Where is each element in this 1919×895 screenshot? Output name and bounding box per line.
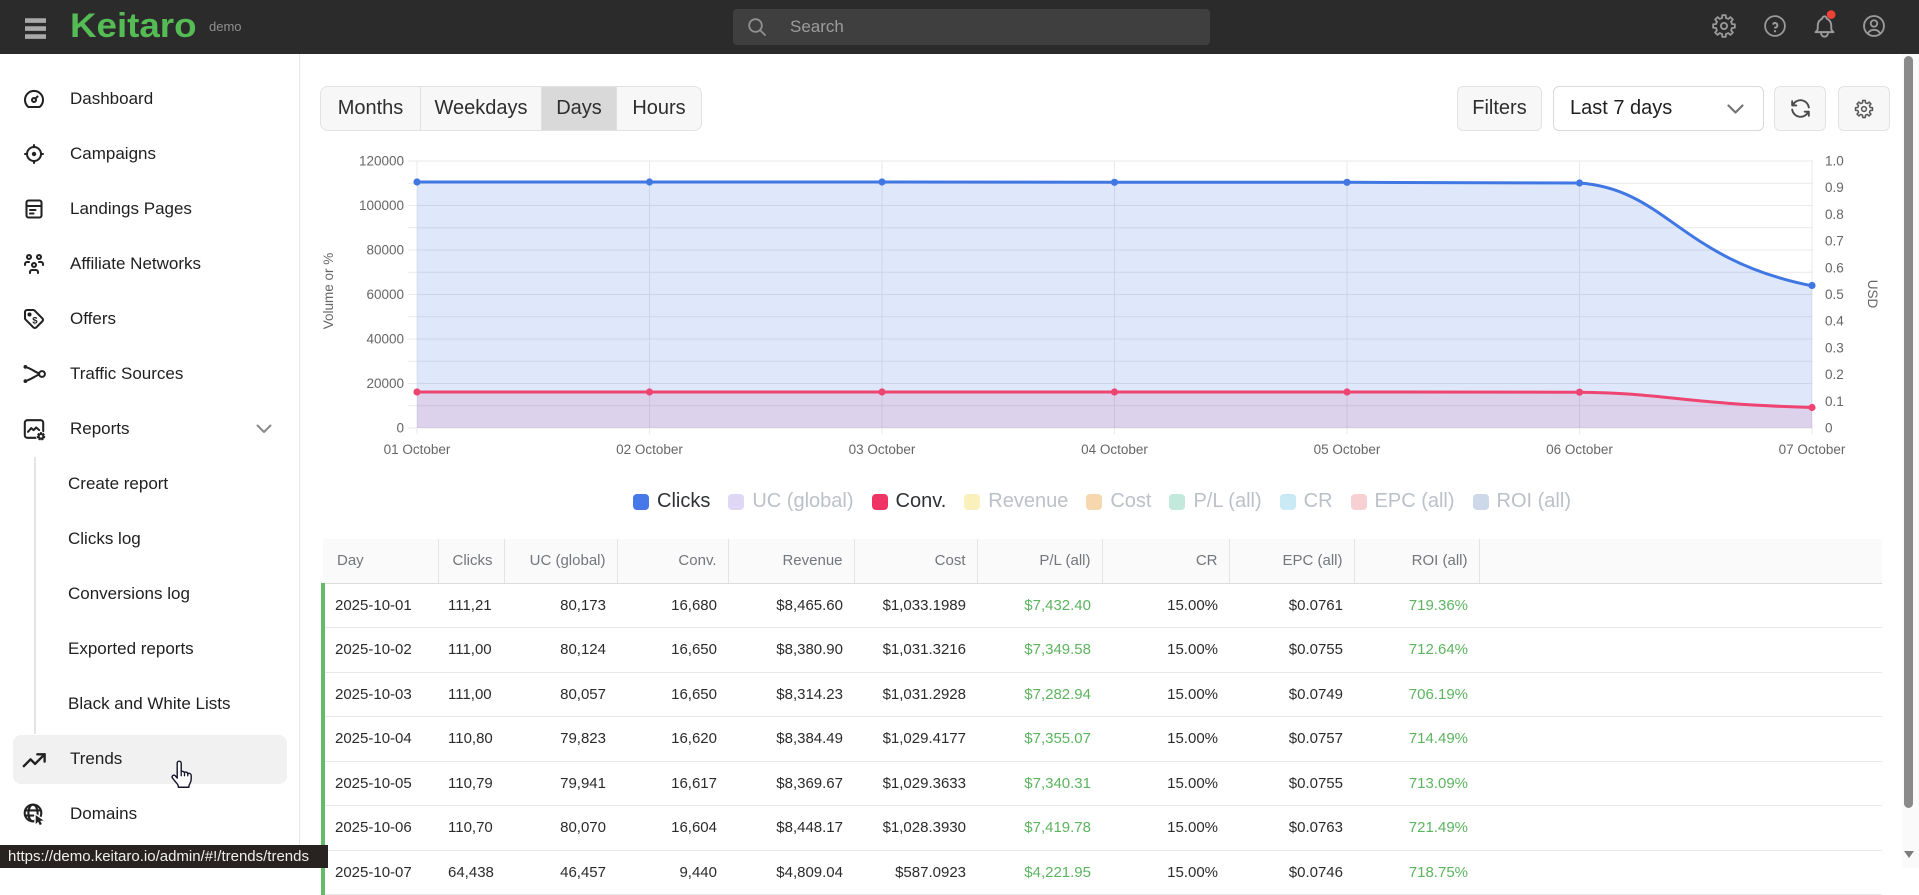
svg-text:01 October: 01 October — [384, 442, 451, 457]
svg-text:0: 0 — [1825, 421, 1833, 436]
svg-text:0.9: 0.9 — [1825, 180, 1844, 195]
svg-text:0.6: 0.6 — [1825, 260, 1844, 275]
svg-text:0.1: 0.1 — [1825, 394, 1844, 409]
svg-text:100000: 100000 — [359, 198, 404, 213]
svg-text:04 October: 04 October — [1081, 442, 1148, 457]
svg-text:1.0: 1.0 — [1825, 154, 1844, 169]
svg-text:07 October: 07 October — [1779, 442, 1846, 457]
svg-text:80000: 80000 — [366, 243, 404, 258]
svg-text:Volume or %: Volume or % — [321, 253, 336, 330]
svg-text:20000: 20000 — [366, 376, 404, 391]
svg-text:120000: 120000 — [359, 154, 404, 169]
svg-text:0.8: 0.8 — [1825, 207, 1844, 222]
svg-text:0: 0 — [396, 421, 404, 436]
svg-text:05 October: 05 October — [1314, 442, 1381, 457]
svg-text:02 October: 02 October — [616, 442, 683, 457]
svg-text:$: $ — [32, 316, 38, 327]
svg-text:0.4: 0.4 — [1825, 314, 1844, 329]
svg-text:0.2: 0.2 — [1825, 367, 1844, 382]
svg-text:06 October: 06 October — [1546, 442, 1613, 457]
svg-text:0.3: 0.3 — [1825, 340, 1844, 355]
svg-text:0.5: 0.5 — [1825, 287, 1844, 302]
svg-text:0.7: 0.7 — [1825, 234, 1844, 249]
svg-text:60000: 60000 — [366, 287, 404, 302]
svg-text:03 October: 03 October — [849, 442, 916, 457]
svg-text:40000: 40000 — [366, 332, 404, 347]
svg-text:USD: USD — [1865, 280, 1880, 309]
